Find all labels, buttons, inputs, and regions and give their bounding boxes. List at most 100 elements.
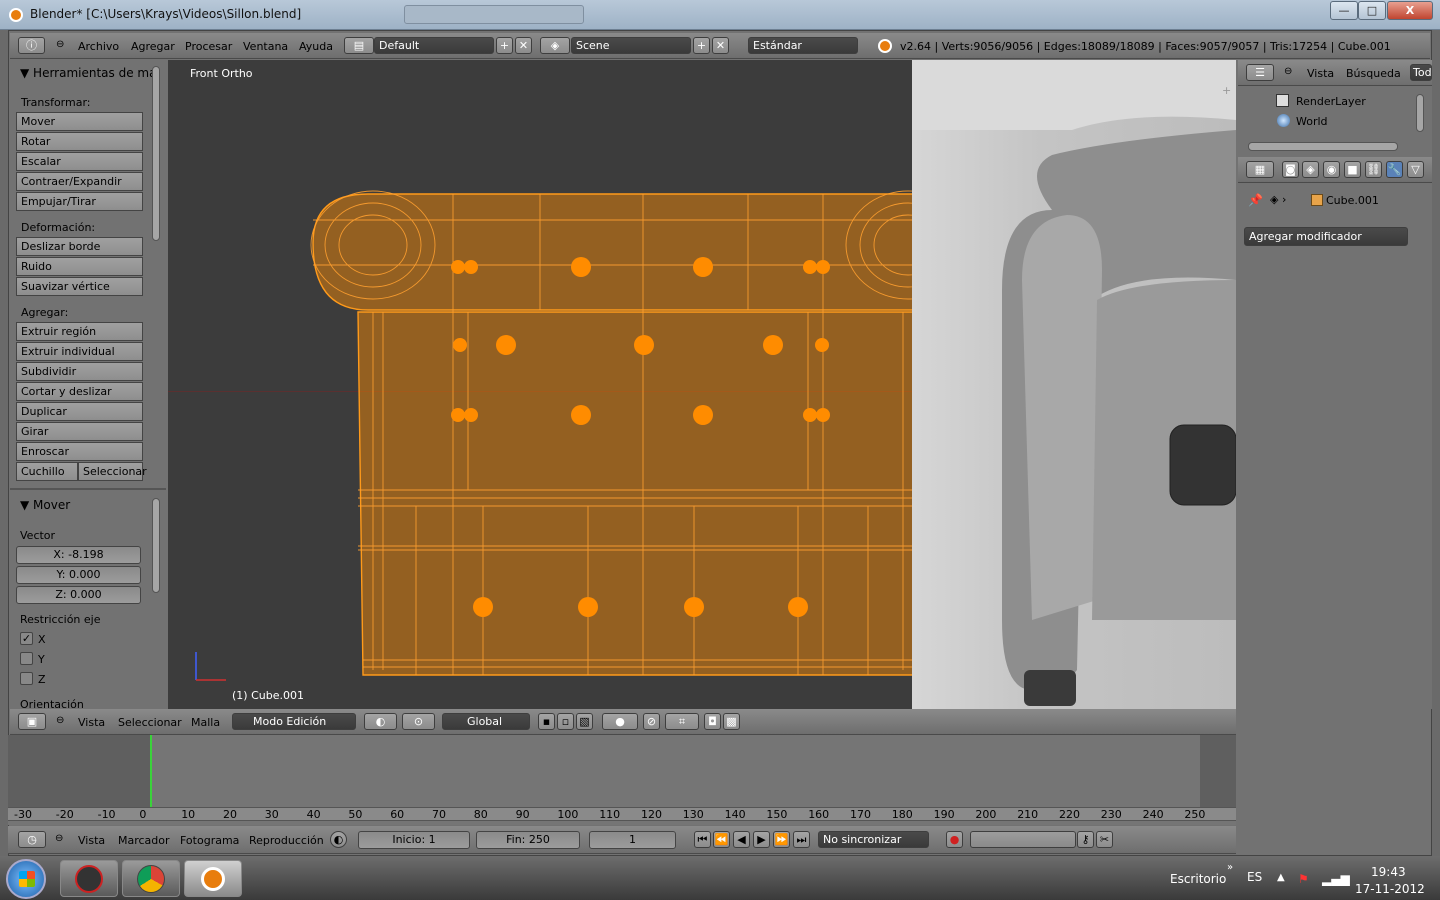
viewport-corner-icon[interactable]: +: [1222, 84, 1234, 97]
outliner-item-renderlayer[interactable]: RenderLayer: [1296, 95, 1376, 108]
shrink-fatten-button[interactable]: Contraer/Expandir: [16, 172, 143, 191]
outliner-hscrollbar[interactable]: [1248, 142, 1398, 151]
extrude-individual-button[interactable]: Extruir individual: [16, 342, 143, 361]
collapse-menu-icon[interactable]: ⊖: [56, 715, 64, 726]
outliner-scrollbar[interactable]: [1416, 94, 1424, 132]
menu-seleccionar[interactable]: Seleccionar: [118, 716, 182, 729]
loop-cut-button[interactable]: Cortar y deslizar bucle: [16, 382, 143, 415]
add-scene-button[interactable]: +: [693, 37, 710, 54]
pin-icon[interactable]: 📌: [1248, 193, 1263, 207]
add-modifier-select[interactable]: Agregar modificador: [1244, 227, 1408, 246]
clock-date[interactable]: 17-11-2012: [1355, 882, 1425, 896]
move-button[interactable]: Mover: [16, 112, 143, 131]
timeline-menu-fotograma[interactable]: Fotograma: [180, 834, 239, 847]
subdivide-button[interactable]: Subdividir: [16, 362, 143, 381]
edge-slide-button[interactable]: Deslizar borde: [16, 237, 143, 256]
screw-button[interactable]: Enroscar: [16, 442, 143, 461]
render-animation-button[interactable]: ▩: [723, 713, 740, 730]
spin-button[interactable]: Girar: [16, 422, 143, 441]
jump-end-button[interactable]: ⏭: [793, 831, 810, 848]
outliner-editor-type-icon[interactable]: ☰: [1246, 64, 1274, 81]
timeline-menu-marcador[interactable]: Marcador: [118, 834, 170, 847]
end-frame-field[interactable]: Fin: 250: [476, 831, 580, 849]
tray-expand-icon[interactable]: ▲: [1277, 872, 1285, 883]
face-select-button[interactable]: ▧: [576, 713, 593, 730]
jump-start-button[interactable]: ⏮: [694, 831, 711, 848]
record-button[interactable]: ●: [946, 831, 963, 848]
collapse-menu-icon[interactable]: ⊖: [55, 833, 63, 844]
vector-y-field[interactable]: Y: 0.000: [16, 566, 141, 584]
info-editor-type-icon[interactable]: ⓘ: [18, 37, 45, 54]
outliner-menu-busqueda[interactable]: Búsqueda: [1346, 67, 1401, 80]
pivot-point-button[interactable]: ⊙: [402, 713, 435, 730]
mode-select[interactable]: Modo Edición: [232, 713, 356, 730]
object-tab-icon[interactable]: ■: [1344, 161, 1361, 178]
scene-icon[interactable]: ◈: [540, 37, 570, 54]
delete-scene-button[interactable]: ✕: [712, 37, 729, 54]
knife-select-button[interactable]: Seleccionar: [78, 462, 147, 481]
properties-editor-type-icon[interactable]: ▦: [1246, 161, 1274, 178]
minimize-button[interactable]: —: [1330, 1, 1358, 20]
menu-agregar[interactable]: Agregar: [131, 40, 175, 53]
add-screen-button[interactable]: +: [496, 37, 513, 54]
desktop-chevron-icon[interactable]: »: [1227, 862, 1233, 873]
smooth-vertex-button[interactable]: Suavizar vértice: [16, 277, 143, 296]
extrude-region-button[interactable]: Extruir región: [16, 322, 143, 341]
network-warning-icon[interactable]: ⚑: [1298, 872, 1309, 886]
knife-button[interactable]: Cuchillo: [16, 462, 78, 481]
proportional-edit-button[interactable]: ●: [602, 713, 638, 730]
vertex-select-button[interactable]: ▪: [538, 713, 555, 730]
menu-procesar[interactable]: Procesar: [185, 40, 232, 53]
tool-shelf-scrollbar[interactable]: [152, 66, 160, 241]
render-tab-icon[interactable]: ◙: [1282, 161, 1299, 178]
insert-keyframe-button[interactable]: ⚷: [1077, 831, 1094, 848]
menu-vista[interactable]: Vista: [78, 716, 105, 729]
timeline-menu-vista[interactable]: Vista: [78, 834, 105, 847]
screen-layout-icon[interactable]: ▤: [344, 37, 374, 54]
play-button[interactable]: ▶: [753, 831, 770, 848]
vector-x-field[interactable]: X: -8.198: [16, 546, 141, 564]
viewport-shading-button[interactable]: ◐: [364, 713, 397, 730]
start-frame-field[interactable]: Inicio: 1: [358, 831, 470, 849]
rotate-button[interactable]: Rotar: [16, 132, 143, 151]
play-reverse-button[interactable]: ◀: [733, 831, 750, 848]
start-button[interactable]: [6, 859, 46, 899]
constraint-z-checkbox[interactable]: [20, 672, 33, 685]
menu-malla[interactable]: Malla: [191, 716, 220, 729]
delete-keyframe-button[interactable]: ✂: [1096, 831, 1113, 848]
noise-button[interactable]: Ruido: [16, 257, 143, 276]
snap-element-button[interactable]: ⌗: [665, 713, 699, 730]
scene-tab-icon[interactable]: ◈: [1302, 161, 1319, 178]
current-frame-marker[interactable]: [150, 735, 152, 807]
taskbar-chrome-icon[interactable]: [122, 860, 180, 897]
scene-field[interactable]: Scene: [571, 37, 691, 54]
signal-icon[interactable]: ▂▄▆: [1322, 872, 1350, 886]
sync-mode-select[interactable]: No sincronizar: [818, 831, 929, 848]
tool-shelf-title[interactable]: ▼ Herramientas de mal: [20, 66, 160, 80]
transform-orientation-select[interactable]: Global: [442, 713, 530, 730]
3d-viewport[interactable]: Front Ortho (1) Cube.001 +: [168, 60, 1236, 709]
outliner-item-world[interactable]: World: [1296, 115, 1328, 128]
duplicate-button[interactable]: Duplicar: [16, 402, 143, 421]
data-tab-icon[interactable]: ▽: [1407, 161, 1424, 178]
edge-select-button[interactable]: ▫: [557, 713, 574, 730]
preview-range-icon[interactable]: ◐: [330, 831, 347, 848]
vector-z-field[interactable]: Z: 0.000: [16, 586, 141, 604]
keying-set-field[interactable]: [970, 831, 1076, 848]
timeline-editor-type-icon[interactable]: ◷: [18, 831, 46, 848]
timeline[interactable]: -30 -20 -10 0 10 20 30 40 50 60 70 80 90 100 110 120 130…: [8, 735, 1236, 825]
taskbar-blender-icon[interactable]: [184, 860, 242, 897]
menu-ayuda[interactable]: Ayuda: [299, 40, 333, 53]
close-button[interactable]: X: [1387, 1, 1433, 20]
delete-screen-button[interactable]: ✕: [515, 37, 532, 54]
taskbar-app-icon[interactable]: [60, 860, 118, 897]
operator-panel-title[interactable]: ▼ Mover: [20, 498, 70, 512]
desktop-label[interactable]: Escritorio: [1170, 872, 1226, 886]
world-tab-icon[interactable]: ◉: [1323, 161, 1340, 178]
timeline-menu-reproduccion[interactable]: Reproducción: [249, 834, 324, 847]
render-engine-select[interactable]: Estándar: [748, 37, 858, 54]
constraint-y-checkbox[interactable]: [20, 652, 33, 665]
screen-layout-field[interactable]: Default: [374, 37, 494, 54]
menu-archivo[interactable]: Archivo: [78, 40, 119, 53]
jump-keyframe-forward-button[interactable]: ⏩: [773, 831, 790, 848]
